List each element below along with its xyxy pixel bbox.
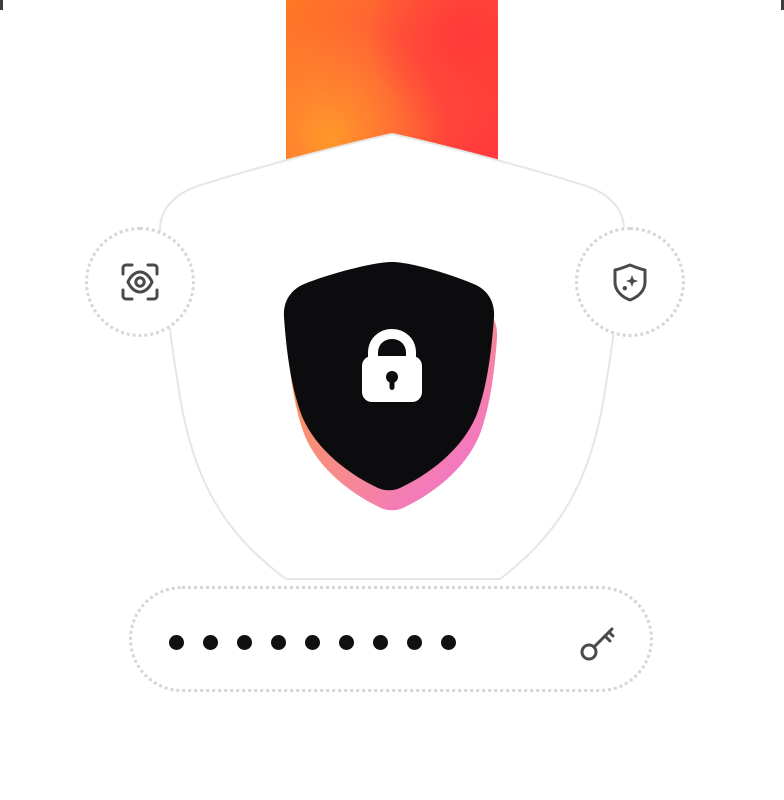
main-shield [283, 262, 498, 512]
password-dot [373, 634, 388, 650]
shield-sparkle-icon [613, 263, 647, 302]
password-dot [169, 634, 184, 650]
key-icon [580, 627, 615, 661]
eye-scan-icon [121, 263, 159, 301]
password-dot [305, 634, 320, 650]
password-dot [339, 634, 354, 650]
password-dot [441, 634, 456, 650]
key-icon-button[interactable] [577, 622, 619, 664]
password-dot [237, 634, 252, 650]
main-shield-svg [283, 262, 498, 511]
password-dot [203, 634, 218, 650]
password-dot [407, 634, 422, 650]
gradient-band [286, 0, 498, 160]
password-field[interactable] [129, 586, 653, 692]
shield-sparkle-button[interactable] [575, 227, 685, 337]
eye-scan-button[interactable] [85, 227, 195, 337]
left-edge-mark [0, 0, 3, 10]
masked-password [169, 634, 456, 650]
password-dot [271, 634, 286, 650]
security-illustration [0, 0, 784, 800]
